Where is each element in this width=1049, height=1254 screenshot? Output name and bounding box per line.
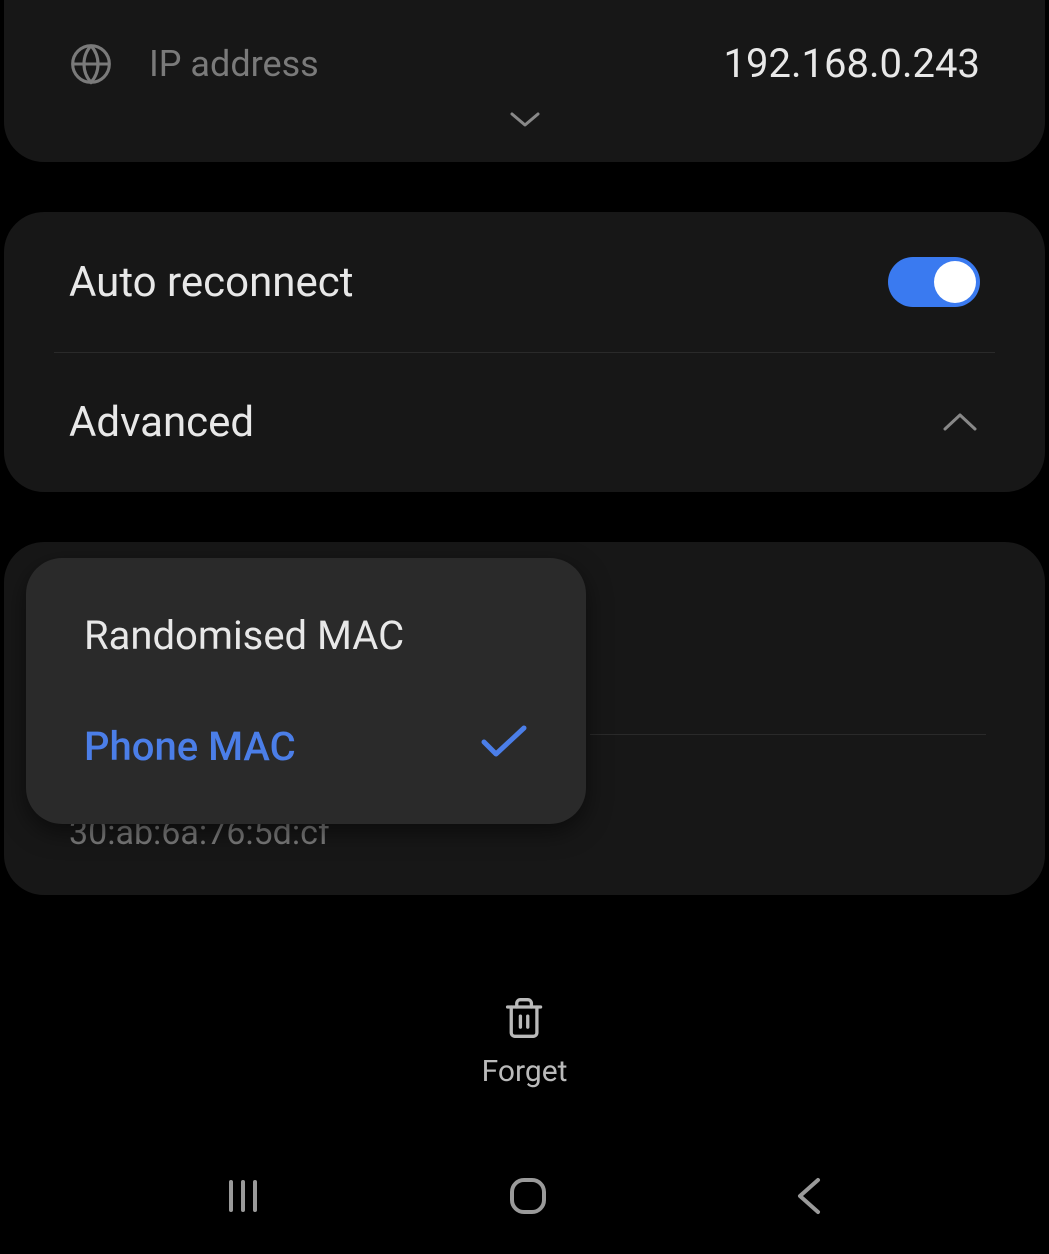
chevron-down-icon[interactable] (508, 110, 542, 134)
ip-address-label: IP address (149, 43, 724, 85)
popup-option-phone-mac[interactable]: Phone MAC (26, 691, 586, 802)
recents-button[interactable] (219, 1172, 267, 1224)
globe-icon (69, 42, 113, 86)
auto-reconnect-label: Auto reconnect (69, 258, 888, 307)
popup-option-randomised-mac[interactable]: Randomised MAC (26, 580, 586, 691)
settings-card: Auto reconnect Advanced (4, 212, 1045, 492)
divider (590, 734, 986, 735)
home-button[interactable] (504, 1172, 552, 1224)
toggle-knob (934, 261, 976, 303)
ip-address-value: 192.168.0.243 (724, 40, 980, 87)
advanced-label: Advanced (69, 398, 940, 447)
ip-address-row[interactable]: IP address 192.168.0.243 (4, 0, 1045, 87)
popup-option-label: Randomised MAC (84, 612, 404, 659)
forget-button[interactable]: Forget (482, 996, 568, 1089)
back-button[interactable] (790, 1172, 830, 1224)
chevron-up-icon (940, 404, 980, 442)
trash-icon (503, 996, 547, 1040)
popup-option-label: Phone MAC (84, 723, 296, 770)
navigation-bar (0, 1172, 1049, 1224)
advanced-row[interactable]: Advanced (4, 353, 1045, 492)
forget-label: Forget (482, 1054, 568, 1089)
auto-reconnect-row[interactable]: Auto reconnect (4, 212, 1045, 352)
mac-type-popup: Randomised MAC Phone MAC (26, 558, 586, 824)
checkmark-icon (480, 723, 528, 770)
auto-reconnect-toggle[interactable] (888, 257, 980, 307)
ip-address-card: IP address 192.168.0.243 (4, 0, 1045, 162)
